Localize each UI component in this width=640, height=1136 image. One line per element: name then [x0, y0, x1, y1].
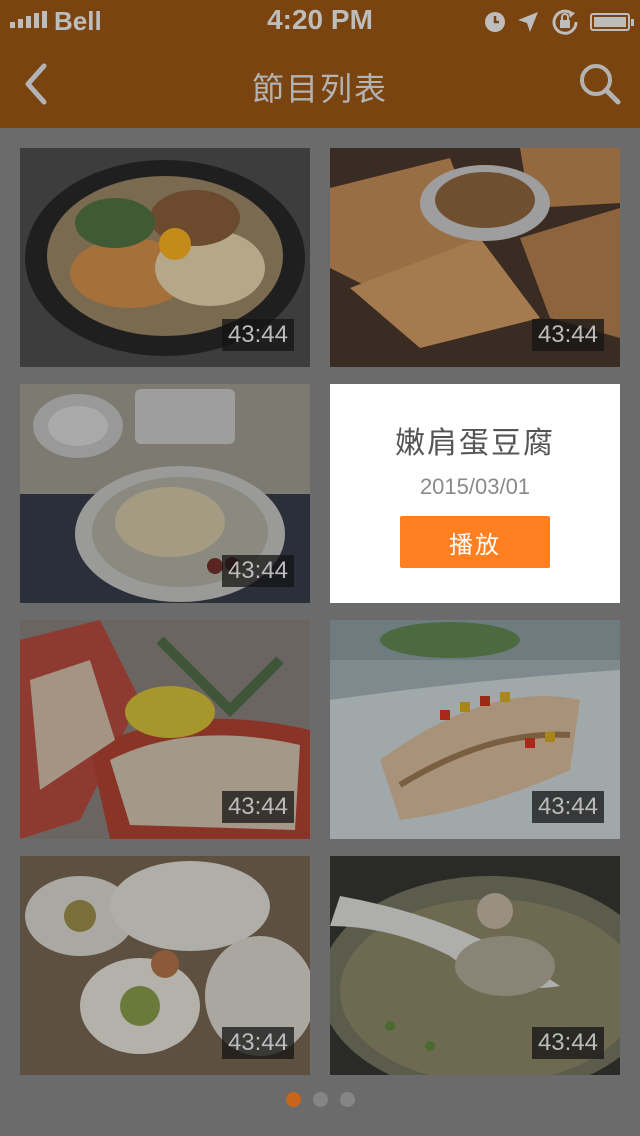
search-icon: [580, 64, 621, 105]
page-dot-2[interactable]: [312, 1092, 328, 1107]
duration-label: 43:44: [531, 791, 604, 823]
search-button[interactable]: [576, 60, 624, 108]
duration-label: 43:44: [221, 319, 294, 351]
play-button[interactable]: 播放: [400, 516, 550, 568]
program-title: 嫩肩蛋豆腐: [395, 426, 555, 461]
duration-label: 43:44: [221, 555, 294, 587]
duration-label: 43:44: [531, 319, 604, 351]
program-tile[interactable]: 43:44: [20, 856, 310, 1075]
battery-icon: [590, 13, 634, 31]
program-tile[interactable]: 43:44: [20, 384, 310, 603]
page-indicator: [0, 1092, 640, 1107]
program-detail-card: 嫩肩蛋豆腐 2015/03/01 播放: [330, 384, 620, 603]
page-dot-3[interactable]: [339, 1092, 355, 1107]
status-bar: Bell 4:20 PM: [0, 0, 640, 40]
program-tile[interactable]: 43:44: [20, 620, 310, 839]
page-dot-1[interactable]: [285, 1092, 301, 1107]
program-date: 2015/03/01: [419, 474, 531, 499]
duration-label: 43:44: [531, 1027, 604, 1059]
duration-label: 43:44: [221, 1027, 294, 1059]
program-tile[interactable]: 43:44: [330, 620, 620, 839]
rotation-lock-icon: [552, 9, 578, 35]
duration-label: 43:44: [221, 791, 294, 823]
program-tile[interactable]: 43:44: [330, 148, 620, 367]
program-tile[interactable]: 43:44: [20, 148, 310, 367]
page-title: 節目列表: [251, 70, 388, 108]
navigation-bar: 節目列表: [0, 40, 640, 128]
location-icon: [518, 12, 538, 32]
program-tile[interactable]: 43:44: [330, 856, 620, 1075]
clock-icon: [485, 12, 505, 32]
